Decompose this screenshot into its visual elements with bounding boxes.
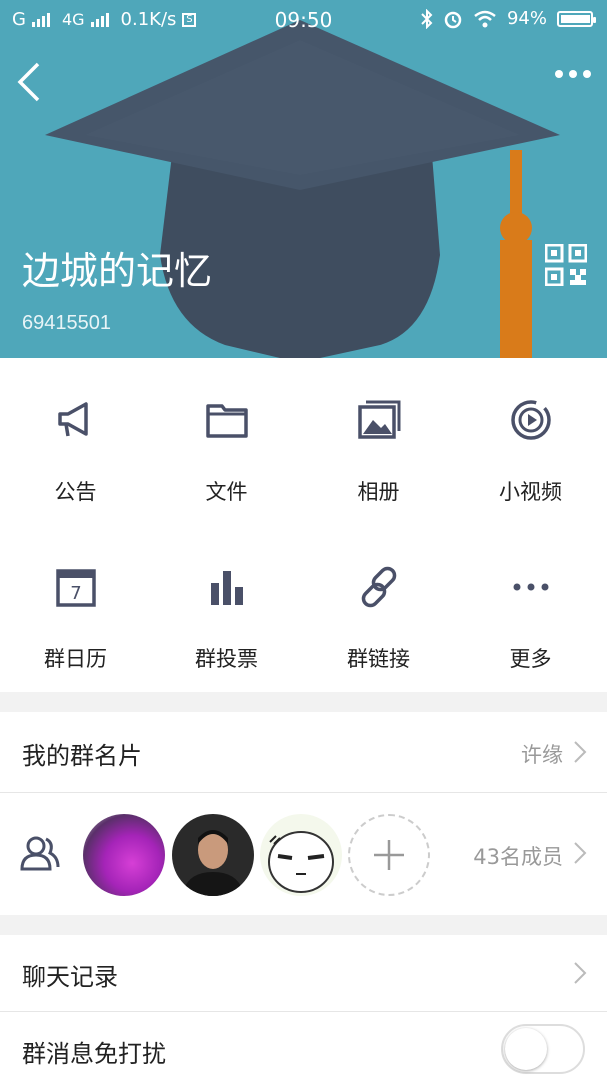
feature-label: 更多 [509,647,552,671]
dnd-title: 群消息免打扰 [22,1040,166,1068]
feature-short-video[interactable]: 小视频 [455,358,606,525]
member-avatar[interactable] [83,814,165,896]
feature-label: 文件 [205,480,248,504]
member-count: 43名成员 [473,845,563,869]
status-right: 94% [421,8,596,29]
chat-history-title: 聊天记录 [22,963,118,991]
my-card-value: 许缘 [521,743,563,767]
calendar-day: 7 [70,583,81,604]
photo-album-icon [357,400,400,439]
feature-label: 群日历 [44,647,107,671]
person-photo [182,830,244,896]
my-card-title: 我的群名片 [22,742,142,770]
member-avatar[interactable] [260,814,342,896]
group-name: 边城的记忆 [22,249,213,293]
link-icon [361,566,396,608]
feature-grid: 公告 文件 相册 小视频 7 群日历 群投票 群链接 更多 [0,358,607,692]
feature-label: 群投票 [195,647,258,671]
calendar-icon: 7 [55,569,96,607]
video-icon [510,400,551,440]
feature-label: 相册 [357,480,400,504]
chevron-right-icon [574,741,587,763]
feature-label: 公告 [54,480,97,504]
graduation-cap-illustration [45,20,560,358]
do-not-disturb-toggle[interactable] [501,1024,585,1074]
cartoon-face [268,831,334,893]
group-id: 69415501 [22,312,111,334]
qr-code-icon[interactable] [545,244,587,286]
chat-history-row[interactable]: 聊天记录 [0,935,607,1012]
plus-icon [374,840,404,870]
toggle-knob [505,1028,547,1070]
battery-percent: 94% [506,8,547,29]
feature-announcement[interactable]: 公告 [0,358,151,525]
back-icon[interactable] [14,60,44,104]
bluetooth-icon [421,8,433,29]
feature-files[interactable]: 文件 [151,358,302,525]
members-icon [20,836,60,871]
alarm-icon [444,11,462,28]
chevron-right-icon [574,962,587,984]
my-group-card-row[interactable]: 我的群名片 许缘 [0,712,607,793]
add-member-button[interactable] [348,814,430,896]
wifi-icon [474,10,496,27]
more-options-icon[interactable] [555,70,591,78]
folder-icon [205,404,248,438]
megaphone-icon [57,402,88,437]
group-header: 边城的记忆 69415501 [0,0,607,358]
chevron-right-icon [574,842,587,864]
feature-vote[interactable]: 群投票 [151,525,302,692]
feature-label: 小视频 [499,480,562,504]
battery-icon [557,10,596,27]
member-avatar[interactable] [172,814,254,896]
feature-link[interactable]: 群链接 [303,525,454,692]
more-icon [513,583,548,591]
feature-label: 群链接 [347,647,410,671]
bar-chart-icon [210,571,243,605]
feature-more[interactable]: 更多 [455,525,606,692]
feature-calendar[interactable]: 7 群日历 [0,525,151,692]
feature-album[interactable]: 相册 [303,358,454,525]
status-bar: G 4G 0.1K/s S 09:50 94% [0,0,607,38]
